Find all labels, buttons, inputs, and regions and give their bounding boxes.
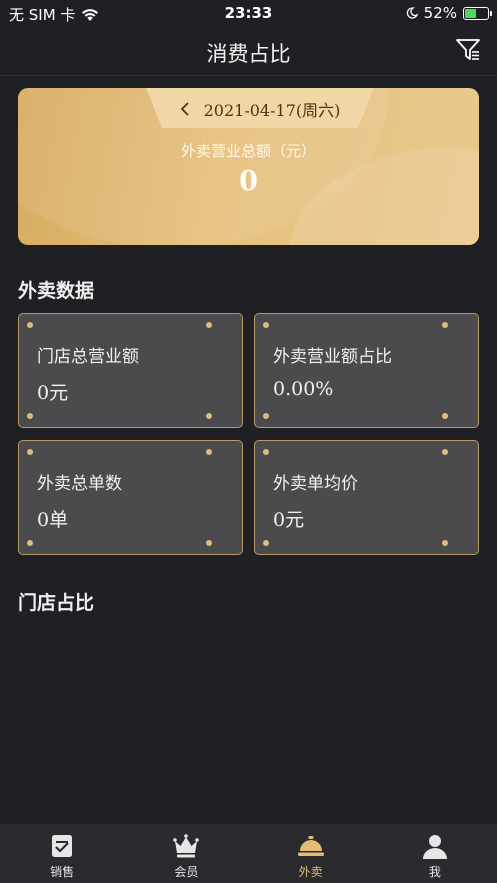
stat-value: 0.00% <box>273 378 334 400</box>
stat-value: 0元 <box>37 382 69 404</box>
page-title: 消费占比 <box>206 42 291 66</box>
battery-fill <box>465 8 477 18</box>
battery-icon <box>463 6 492 20</box>
crown-icon <box>173 834 200 858</box>
tab-label: 外卖 <box>298 865 323 879</box>
stat-card-avg-price: 外卖单均价 0元 <box>254 440 479 555</box>
takeout-section-title: 外卖数据 <box>18 280 95 302</box>
tab-label: 会员 <box>174 865 199 879</box>
nav-bar: 消费占比 <box>0 26 497 76</box>
stat-card-store-revenue: 门店总营业额 0元 <box>18 313 243 428</box>
stat-name: 外卖单均价 <box>273 474 358 494</box>
moon-icon <box>406 7 418 19</box>
tab-bar: 销售 会员 外卖 我 <box>0 824 497 883</box>
summary-card: 2021-04-17(周六) 外卖营业总额（元） 0 <box>18 88 479 245</box>
store-section-title: 门店占比 <box>18 592 95 614</box>
tab-member[interactable]: 会员 <box>124 824 248 883</box>
stat-name: 门店总营业额 <box>37 347 139 367</box>
status-right: 52% <box>406 4 492 22</box>
status-bar: 无 SIM 卡 23:33 52% <box>0 0 497 26</box>
battery-percent: 52% <box>423 4 457 22</box>
cloche-icon <box>297 836 324 856</box>
stat-value: 0元 <box>273 509 305 531</box>
stat-value: 0单 <box>37 509 69 531</box>
stat-card-order-count: 外卖总单数 0单 <box>18 440 243 555</box>
stat-name: 外卖总单数 <box>37 474 122 494</box>
summary-amount: 0 <box>239 166 258 197</box>
tab-sales[interactable]: 销售 <box>0 824 124 883</box>
stat-name: 外卖营业额占比 <box>273 347 392 367</box>
filter-icon[interactable] <box>455 37 481 63</box>
stat-card-takeout-ratio: 外卖营业额占比 0.00% <box>254 313 479 428</box>
tab-me[interactable]: 我 <box>373 824 497 883</box>
tab-takeout[interactable]: 外卖 <box>249 824 373 883</box>
sales-icon <box>52 835 73 857</box>
tab-label: 销售 <box>50 865 75 879</box>
date-label: 2021-04-17(周六) <box>203 101 341 120</box>
summary-label: 外卖营业总额（元） <box>180 142 316 160</box>
chevron-left-icon[interactable] <box>180 102 192 116</box>
user-icon <box>422 835 447 859</box>
date-selector[interactable]: 2021-04-17(周六) <box>146 97 374 121</box>
tab-label: 我 <box>428 865 441 879</box>
